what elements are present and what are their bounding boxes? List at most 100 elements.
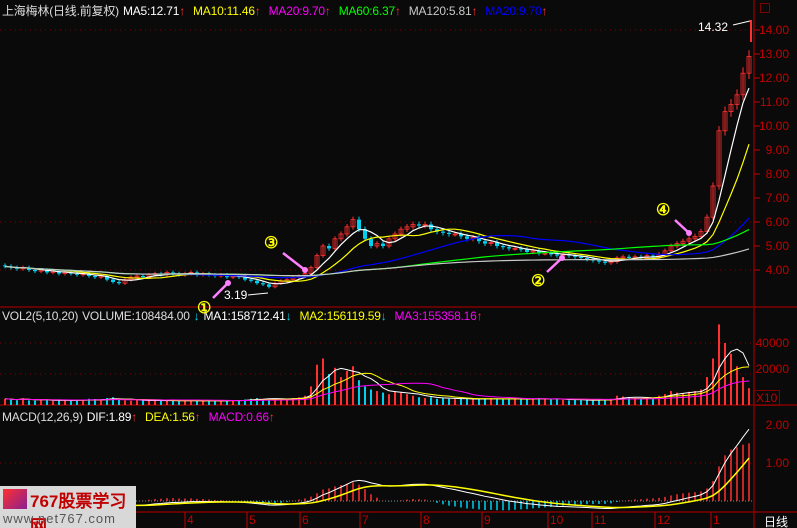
month-label: 12 <box>657 513 671 527</box>
annotation-arrows <box>212 20 752 299</box>
volume-bar <box>388 394 390 405</box>
legend-label: MA1:158712.41 <box>203 309 286 323</box>
legend-label: MA5:12.71 <box>122 4 180 18</box>
candle-body <box>465 236 469 239</box>
volume-bar <box>118 399 120 405</box>
volume-bar <box>202 401 204 405</box>
candle <box>363 226 367 242</box>
volume-bar <box>436 398 438 405</box>
month-label: 6 <box>302 513 309 527</box>
candle <box>728 99 734 117</box>
high-price-label: 14.32 <box>698 20 729 34</box>
high-arrow-icon <box>732 20 751 26</box>
chart-title: 上海梅林(日线.前复权) <box>2 4 119 18</box>
price-ma-lines <box>4 87 750 285</box>
stock-chart-window: 上海梅林(日线.前复权) MA5:12.71↑ MA10:11.46↑ MA20:9.… <box>0 0 797 528</box>
candle <box>272 281 278 289</box>
candle <box>722 106 728 136</box>
ma5-line <box>4 87 750 285</box>
panel-frame <box>0 0 797 528</box>
volume-bar <box>34 400 36 405</box>
legend-item: MA3:155358.16↑ <box>395 309 487 323</box>
volume-bar <box>508 398 510 405</box>
arrow-down-icon: ↓ <box>285 309 292 323</box>
chart-canvas[interactable] <box>0 0 797 528</box>
volume-bar <box>160 400 162 405</box>
arrow-up-icon: ↑ <box>394 4 401 18</box>
volume-bar <box>694 391 696 405</box>
volume-bar <box>196 400 198 405</box>
month-label: 10 <box>550 513 564 527</box>
volume-bar <box>484 398 486 405</box>
volume-bar <box>472 399 474 405</box>
volume-bar <box>532 398 534 405</box>
arrow-up-icon: ↑ <box>476 309 483 323</box>
candle <box>171 270 175 276</box>
legend-item: DIF:1.89↑ <box>87 410 141 424</box>
arrow-up-icon: ↑ <box>194 410 201 424</box>
month-label: 8 <box>423 513 430 527</box>
volume-bar <box>4 398 6 405</box>
volume-bar <box>562 399 564 405</box>
arrow-up-icon: ↑ <box>324 4 331 18</box>
candle <box>519 246 523 252</box>
candle-body <box>255 280 259 284</box>
candle-body <box>249 279 253 281</box>
candle-body <box>447 232 451 234</box>
arrow-head <box>302 267 308 273</box>
volume-bar <box>616 395 618 405</box>
legend-item: MA1:158712.41↓ <box>203 309 295 323</box>
volume-bar <box>184 400 186 405</box>
volume-bar <box>478 399 480 405</box>
legend-item: MACD:0.66↑ <box>209 410 279 424</box>
volume-bar <box>142 400 144 405</box>
candle <box>422 221 428 229</box>
candle-body <box>579 256 583 258</box>
volume-bar <box>382 392 384 405</box>
volume-bar <box>520 399 522 405</box>
candle-body <box>267 284 271 287</box>
volume-multiplier-badge: X10 <box>753 390 781 406</box>
month-label: 9 <box>484 513 491 527</box>
volume-bar <box>496 399 498 405</box>
candle <box>404 224 410 232</box>
volume-bar <box>238 400 240 405</box>
volume-bar <box>346 370 348 405</box>
volume-bar <box>748 388 750 405</box>
month-label: 5 <box>249 513 256 527</box>
period-label[interactable]: 日线 <box>764 513 788 528</box>
candle-body <box>585 258 589 260</box>
macd-legend: MACD(12,26,9) DIF:1.89↑ DEA:1.56↑ MACD:0.66… <box>2 410 287 424</box>
candle-body <box>441 231 445 233</box>
volume-bar <box>154 400 156 405</box>
macd-tick: 2.00 <box>765 418 789 432</box>
volume-bar <box>598 400 600 405</box>
candle-body <box>555 254 559 256</box>
macd-tick: 1.00 <box>765 456 789 470</box>
marker-1: ① <box>197 300 212 317</box>
price-tick: 9.00 <box>765 143 789 157</box>
legend-label: DIF:1.89 <box>86 410 132 424</box>
volume-bar <box>64 400 66 405</box>
candle <box>537 248 541 256</box>
price-tick: 5.00 <box>765 239 789 253</box>
volume-bar <box>718 324 720 405</box>
candle <box>477 235 481 244</box>
legend-label: DEA:1.56 <box>145 410 195 424</box>
volume-bar <box>70 400 72 405</box>
volume-bar <box>664 394 666 405</box>
volume-bar <box>724 343 726 405</box>
legend-label: MA10:11.46 <box>193 4 255 18</box>
arrow-up-icon: ↑ <box>179 4 185 18</box>
volume-bar <box>358 380 360 405</box>
candle <box>374 241 380 249</box>
candle <box>327 243 331 251</box>
candle-body <box>501 246 505 248</box>
arrow-up-icon: ↑ <box>131 410 137 424</box>
candle-body <box>525 249 529 252</box>
volume-bar <box>640 398 642 405</box>
legend-item: MA10:11.46↑ <box>193 4 265 18</box>
volume-bar <box>412 395 414 405</box>
window-restore-icon[interactable] <box>760 3 770 13</box>
legend-label: MA3:155358.16 <box>394 309 477 323</box>
